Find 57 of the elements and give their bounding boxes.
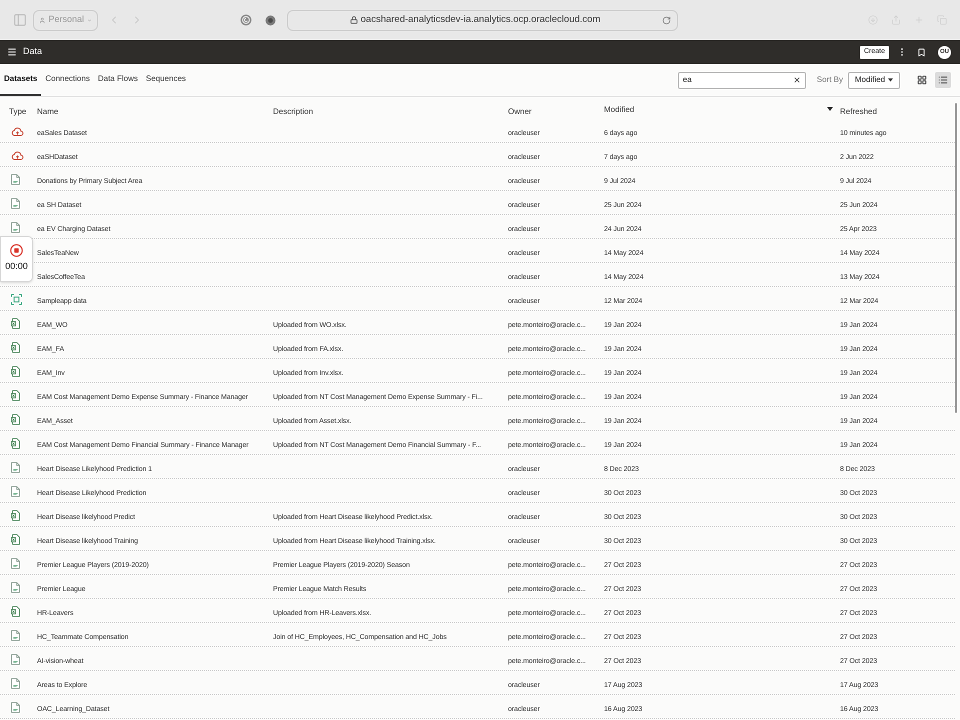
document-icon [11, 678, 20, 688]
search-value: ea [682, 74, 692, 86]
tab[interactable]: Datasets [0, 64, 42, 96]
grid-icon [917, 75, 927, 85]
tab[interactable]: Data Flows [94, 64, 142, 96]
bookmark-icon[interactable] [917, 48, 926, 56]
person-icon [39, 16, 46, 24]
stop-record-icon[interactable] [10, 244, 23, 258]
lock-icon [350, 16, 358, 24]
extension-icon[interactable] [265, 14, 276, 26]
spreadsheet-icon [11, 318, 20, 328]
spreadsheet-icon [11, 342, 20, 352]
tab[interactable]: Connections [41, 64, 94, 96]
document-icon [11, 702, 20, 712]
search-field[interactable]: ea [678, 72, 806, 88]
page-title: Data [23, 45, 42, 58]
column-header[interactable]: Owner [508, 106, 532, 118]
tab[interactable]: Sequences [142, 64, 190, 96]
spreadsheet-icon [11, 510, 20, 520]
recording-time: 00:00 [5, 260, 28, 274]
cloud-icon [11, 126, 24, 136]
cloud-icon [11, 150, 24, 160]
spreadsheet-icon [11, 534, 20, 544]
document-icon [11, 462, 20, 472]
spreadsheet-icon [11, 438, 20, 448]
spreadsheet-icon [11, 390, 20, 400]
column-header[interactable]: Refreshed [840, 106, 877, 118]
document-icon [11, 654, 20, 664]
sort-dropdown[interactable]: Modified [848, 72, 900, 88]
list-icon [938, 75, 948, 85]
document-icon [11, 174, 20, 184]
sort-label: Sort By [816, 74, 843, 86]
column-header[interactable]: Type [9, 106, 26, 118]
reload-icon[interactable] [662, 16, 671, 24]
column-header[interactable]: Description [273, 106, 314, 118]
document-icon [11, 198, 20, 208]
list-view-button[interactable] [935, 72, 951, 88]
address-bar[interactable]: oacshared-analyticsdev-ia.analytics.ocp.oraclecloud.com [287, 10, 678, 30]
menu-icon[interactable] [7, 47, 17, 57]
spreadsheet-icon [11, 414, 20, 424]
spreadsheet-icon [11, 606, 20, 616]
document-icon [11, 630, 20, 640]
document-icon [11, 558, 20, 568]
column-header[interactable]: Name [37, 106, 58, 118]
scrollbar[interactable] [955, 103, 957, 413]
document-icon [11, 486, 20, 496]
sort-caret-icon[interactable] [827, 107, 833, 111]
frame-icon [11, 294, 22, 304]
url-text: oacshared-analyticsdev-ia.analytics.ocp.oraclecloud.com [360, 12, 600, 27]
caret-icon [888, 78, 894, 82]
document-icon [11, 222, 20, 232]
column-header[interactable]: Modified [604, 104, 634, 116]
clear-icon[interactable] [792, 76, 801, 84]
spreadsheet-icon [11, 366, 20, 376]
profile-name: Personal [48, 13, 84, 26]
chevron-down-icon [86, 16, 92, 24]
document-icon [11, 582, 20, 592]
